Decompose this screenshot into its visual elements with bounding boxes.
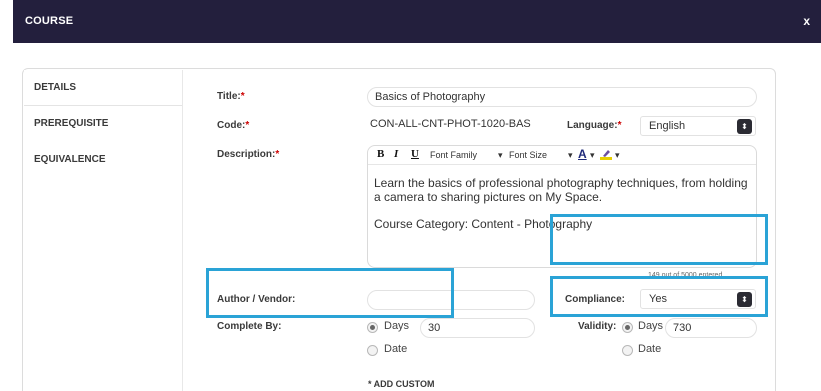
highlight-box-author xyxy=(206,268,454,318)
description-paragraph: Learn the basics of professional photogr… xyxy=(374,176,748,204)
underline-button[interactable]: U xyxy=(411,148,419,160)
dialog-title: COURSE xyxy=(25,15,74,27)
title-label: Title:* xyxy=(217,91,245,102)
add-custom-link[interactable]: * ADD CUSTOM xyxy=(368,379,435,389)
validity-date-label: Date xyxy=(638,343,662,355)
code-value[interactable]: CON-ALL-CNT-PHOT-1020-BAS xyxy=(370,118,531,130)
validity-label: Validity: xyxy=(578,321,617,332)
complete-by-days-input[interactable]: 30 xyxy=(420,318,535,338)
complete-by-date-label: Date xyxy=(384,343,408,355)
bold-button[interactable]: B xyxy=(377,148,384,160)
validity-days-input[interactable]: 730 xyxy=(665,318,757,338)
highlight-box-compliance xyxy=(550,276,768,317)
complete-by-label: Complete By: xyxy=(217,321,282,332)
chevron-updown-icon: ⬍ xyxy=(737,119,752,134)
font-color-icon[interactable]: A xyxy=(578,147,587,161)
description-label: Description:* xyxy=(217,149,280,160)
complete-by-days-label: Days xyxy=(384,320,410,332)
validity-days-radio[interactable] xyxy=(622,322,633,333)
tab-prerequisite[interactable]: PREREQUISITE xyxy=(24,106,182,142)
tab-equivalence[interactable]: EQUIVALENCE xyxy=(24,142,182,178)
close-icon[interactable]: x xyxy=(803,14,810,28)
font-color-dropdown-icon[interactable]: ▾ xyxy=(590,150,595,161)
language-select[interactable]: English ⬍ xyxy=(640,116,756,136)
language-label: Language:* xyxy=(567,120,622,131)
validity-date-radio[interactable] xyxy=(622,345,633,356)
tabs-divider xyxy=(182,70,183,391)
font-family-select[interactable]: Font Family xyxy=(430,150,477,160)
highlight-box-category xyxy=(550,214,768,265)
font-size-select[interactable]: Font Size xyxy=(509,150,547,160)
code-label: Code:* xyxy=(217,120,250,131)
highlighter-icon[interactable] xyxy=(600,148,612,160)
font-size-dropdown-icon[interactable]: ▾ xyxy=(568,150,573,161)
side-tabs: DETAILS PREREQUISITE EQUIVALENCE xyxy=(24,70,182,178)
italic-button[interactable]: I xyxy=(394,148,398,160)
font-family-dropdown-icon[interactable]: ▾ xyxy=(498,150,503,161)
title-input[interactable]: Basics of Photography xyxy=(367,87,757,107)
highlight-dropdown-icon[interactable]: ▾ xyxy=(615,150,620,161)
validity-days-label: Days xyxy=(638,320,664,332)
tab-details[interactable]: DETAILS xyxy=(24,70,182,106)
language-value: English xyxy=(649,120,686,132)
dialog-titlebar: COURSE x xyxy=(13,0,821,43)
editor-toolbar: B I U Font Family ▾ Font Size ▾ A ▾ ▾ xyxy=(368,146,756,165)
complete-by-date-radio[interactable] xyxy=(367,345,378,356)
complete-by-days-radio[interactable] xyxy=(367,322,378,333)
